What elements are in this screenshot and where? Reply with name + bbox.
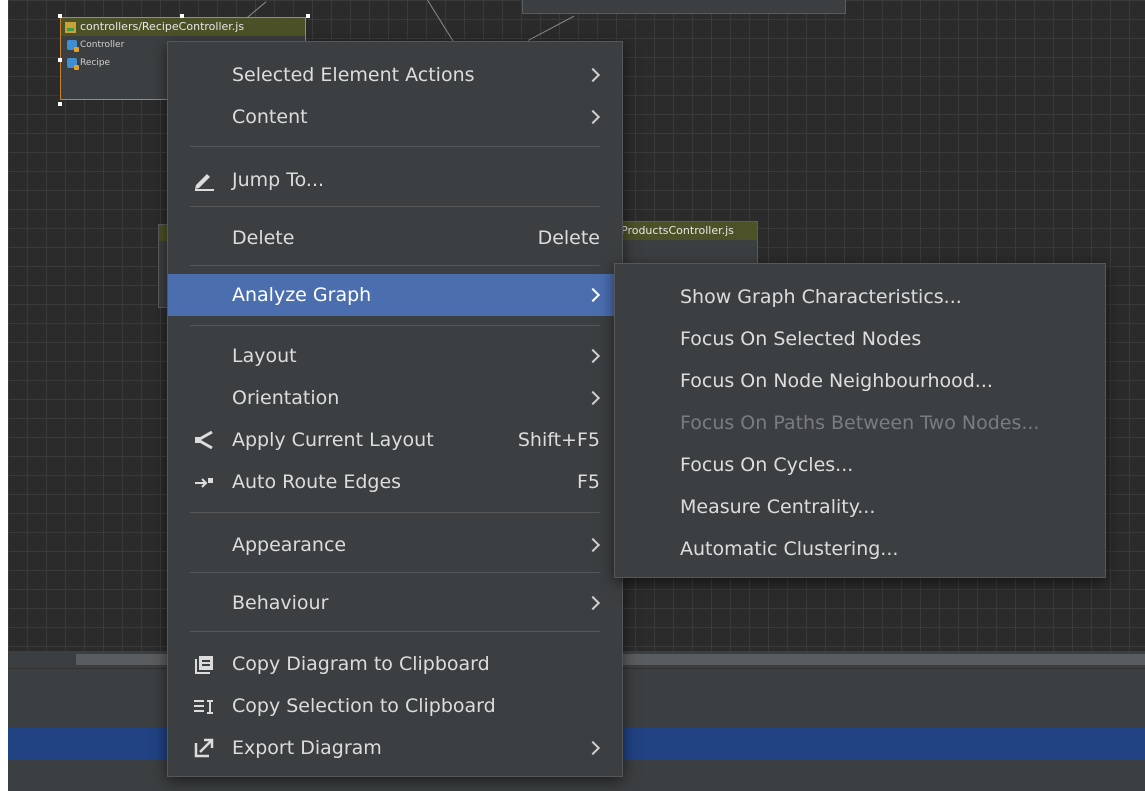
menu-separator	[190, 572, 600, 573]
chevron-right-icon	[585, 67, 601, 83]
export-icon	[190, 734, 218, 762]
resize-handle[interactable]	[58, 102, 62, 106]
menu-item-label: Selected Element Actions	[232, 64, 475, 86]
menu-item-selected-element-actions[interactable]: Selected Element Actions	[168, 57, 622, 93]
menu-item-label: Behaviour	[232, 592, 329, 614]
chevron-right-icon	[585, 390, 601, 406]
menu-item-label: Auto Route Edges	[232, 471, 402, 493]
menu-item-label: Analyze Graph	[232, 284, 372, 306]
submenu-item-automatic-clustering[interactable]: Automatic Clustering...	[680, 531, 898, 567]
chevron-right-icon	[585, 287, 601, 303]
menu-separator	[190, 146, 600, 147]
menu-item-label: Delete	[232, 227, 295, 249]
diagram-node-partial[interactable]	[522, 0, 846, 14]
menu-item-appearance[interactable]: Appearance	[168, 527, 622, 563]
pencil-icon	[190, 166, 218, 194]
menu-item-label: Jump To...	[232, 169, 325, 191]
menu-item-analyze-graph[interactable]: Analyze Graph	[168, 274, 622, 316]
menu-item-export-diagram[interactable]: Export Diagram	[168, 730, 622, 766]
menu-item-copy-diagram[interactable]: Copy Diagram to Clipboard	[168, 646, 622, 682]
submenu-item-measure-centrality[interactable]: Measure Centrality...	[680, 489, 875, 525]
menu-item-content[interactable]: Content	[168, 99, 622, 135]
menu-separator	[190, 265, 600, 266]
menu-item-label: Appearance	[232, 534, 347, 556]
node-title: ProductsController.js	[621, 224, 734, 237]
menu-separator	[190, 631, 600, 632]
chevron-right-icon	[585, 348, 601, 364]
node-member-label: Recipe	[80, 58, 111, 68]
submenu-item-focus-node-neighbourhood[interactable]: Focus On Node Neighbourhood...	[680, 363, 993, 399]
chevron-right-icon	[585, 740, 601, 756]
chevron-right-icon	[585, 537, 601, 553]
submenu-item-focus-paths-between-nodes: Focus On Paths Between Two Nodes...	[680, 412, 1040, 434]
class-icon	[67, 40, 79, 52]
menu-item-shortcut: F5	[576, 471, 600, 493]
class-icon	[67, 58, 79, 70]
menu-separator	[190, 206, 600, 207]
menu-item-orientation[interactable]: Orientation	[168, 380, 622, 416]
analyze-graph-submenu: Show Graph Characteristics... Focus On S…	[614, 263, 1106, 578]
submenu-item-show-graph-characteristics[interactable]: Show Graph Characteristics...	[680, 279, 962, 315]
menu-item-label: Copy Selection to Clipboard	[232, 695, 496, 717]
resize-handle[interactable]	[58, 14, 62, 18]
route-edges-icon	[190, 468, 218, 496]
resize-handle[interactable]	[306, 14, 310, 18]
menu-item-label: Export Diagram	[232, 737, 382, 759]
menu-item-delete[interactable]: Delete Delete	[168, 220, 622, 256]
resize-handle[interactable]	[180, 14, 184, 18]
menu-item-label: Apply Current Layout	[232, 429, 434, 451]
submenu-item-focus-selected-nodes[interactable]: Focus On Selected Nodes	[680, 321, 921, 357]
menu-item-behaviour[interactable]: Behaviour	[168, 585, 622, 621]
menu-item-label: Copy Diagram to Clipboard	[232, 653, 490, 675]
menu-item-auto-route-edges[interactable]: Auto Route Edges F5	[168, 464, 622, 500]
menu-item-jump-to[interactable]: Jump To...	[168, 162, 622, 198]
menu-item-label: Layout	[232, 345, 297, 367]
chevron-right-icon	[585, 595, 601, 611]
menu-item-apply-current-layout[interactable]: Apply Current Layout Shift+F5	[168, 422, 622, 458]
menu-item-shortcut: Shift+F5	[517, 429, 600, 451]
resize-handle[interactable]	[58, 58, 62, 62]
node-header: controllers/RecipeController.js	[61, 18, 305, 36]
menu-item-layout[interactable]: Layout	[168, 338, 622, 374]
diagram-edge[interactable]	[528, 15, 575, 41]
menu-item-shortcut: Delete	[537, 227, 600, 249]
menu-item-label: Content	[232, 106, 308, 128]
node-member-label: Controller	[80, 40, 125, 50]
copy-selection-icon	[190, 692, 218, 720]
submenu-item-focus-cycles[interactable]: Focus On Cycles...	[680, 447, 853, 483]
chevron-right-icon	[585, 109, 601, 125]
copy-icon	[190, 650, 218, 678]
menu-separator	[190, 325, 600, 326]
menu-item-copy-selection[interactable]: Copy Selection to Clipboard	[168, 688, 622, 724]
package-icon	[65, 21, 76, 33]
layout-tree-icon	[190, 426, 218, 454]
menu-item-label: Orientation	[232, 387, 340, 409]
menu-separator	[190, 512, 600, 513]
context-menu: Selected Element Actions Content Jump To…	[167, 41, 623, 777]
node-title: controllers/RecipeController.js	[80, 20, 245, 33]
